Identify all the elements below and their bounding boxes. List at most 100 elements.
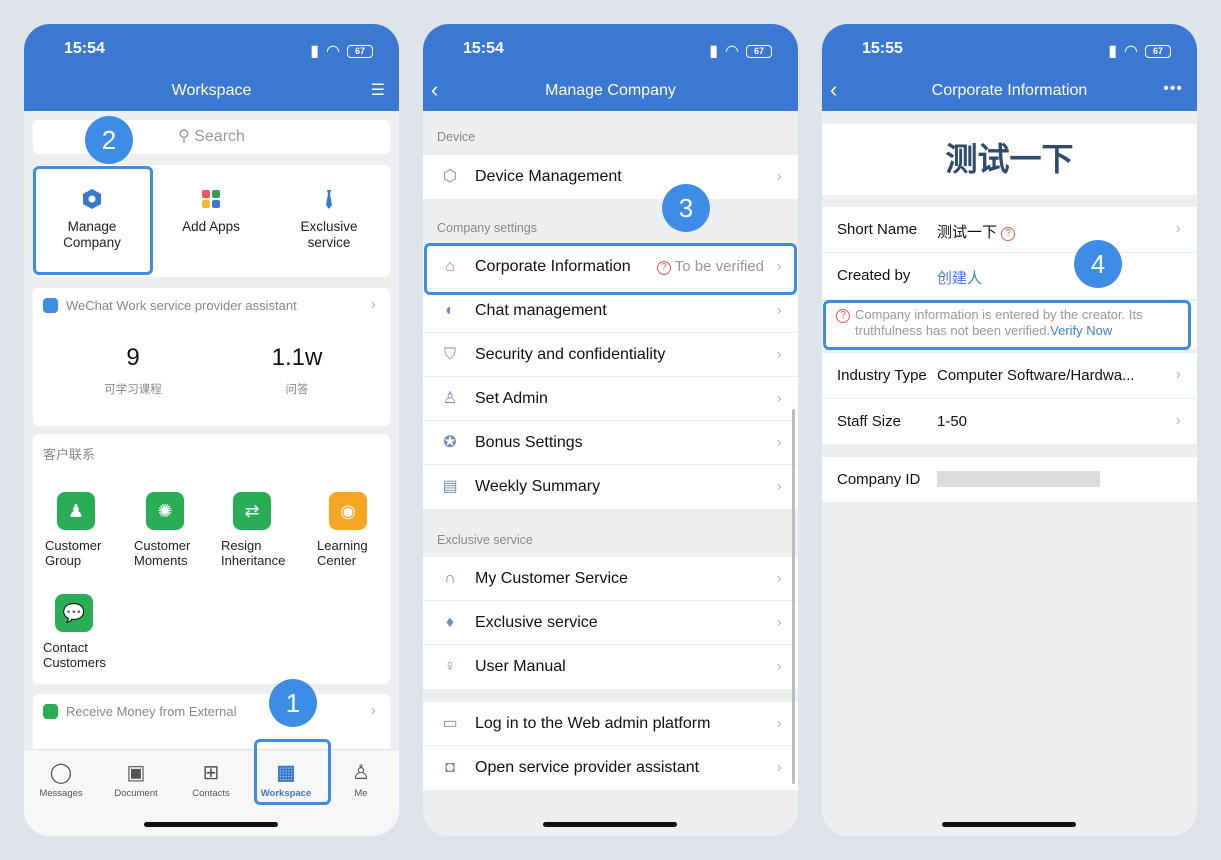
service-provider-assistant-item[interactable]: ◘ Open service provider assistant › xyxy=(423,746,798,790)
highlight-manage-company xyxy=(33,166,153,275)
stat-qa-label: 问答 xyxy=(285,384,309,396)
tab-label: Messages xyxy=(39,788,83,799)
document-icon: ▣ xyxy=(126,762,146,784)
chevron-right-icon: › xyxy=(370,296,376,313)
chat-management-item[interactable]: ◐ Chat management › xyxy=(423,289,798,333)
exclusive-service-button[interactable]: Exclusive service xyxy=(279,179,379,251)
tab-me[interactable]: ♙ Me xyxy=(326,760,396,799)
web-admin-item[interactable]: ▭ Log in to the Web admin platform › xyxy=(423,702,798,746)
signal-icon: ▮ xyxy=(1108,43,1118,60)
tie-icon: ♦ xyxy=(445,614,455,631)
chevron-right-icon: › xyxy=(1175,220,1181,237)
page-title: Workspace xyxy=(171,82,252,99)
tab-messages[interactable]: ◯ Messages xyxy=(26,760,96,799)
report-icon: ▤ xyxy=(442,478,458,495)
home-indicator xyxy=(543,822,677,827)
exclusive-service-item[interactable]: ♦ Exclusive service › xyxy=(423,601,798,645)
staff-size-row[interactable]: Staff Size 1-50 › xyxy=(822,399,1197,445)
chat-bubble-icon: 💬 xyxy=(55,594,93,632)
status-icons: ▮ ◠ 67 xyxy=(1108,41,1171,61)
industry-type-label: Industry Type xyxy=(837,367,927,384)
chevron-right-icon: › xyxy=(776,658,782,675)
signal-icon: ▮ xyxy=(310,43,320,60)
phone-corporate-information: 15:55 ▮ ◠ 67 ‹ Corporate Information •••… xyxy=(822,24,1197,836)
receive-money-card[interactable]: Receive Money from External › xyxy=(33,694,390,754)
wifi-icon: ◠ xyxy=(725,43,739,60)
wechat-assistant-title: WeChat Work service provider assistant xyxy=(66,298,297,313)
company-name-title: 测试一下 xyxy=(822,124,1197,195)
item-label: User Manual xyxy=(475,658,566,675)
created-by-row: Created by 创建人 xyxy=(822,253,1197,299)
planet-icon: ◉ xyxy=(329,492,367,530)
set-admin-item[interactable]: ♙ Set Admin › xyxy=(423,377,798,421)
home-indicator xyxy=(942,822,1076,827)
step-badge-1: 1 xyxy=(269,679,317,727)
medal-icon: ✪ xyxy=(443,434,457,451)
tab-contacts[interactable]: ⊞ Contacts xyxy=(176,760,246,799)
page-title: Manage Company xyxy=(545,82,676,99)
add-apps-label: Add Apps xyxy=(182,219,240,234)
device-management-item[interactable]: ⬡ Device Management › xyxy=(423,155,798,199)
app-label: Learning Center xyxy=(317,538,368,568)
created-by-value[interactable]: 创建人 xyxy=(937,267,982,288)
highlight-corporate-information xyxy=(424,243,797,295)
wifi-icon: ◠ xyxy=(1124,43,1138,60)
app-contact-customers[interactable]: 💬 Contact Customers xyxy=(43,594,123,670)
shutter-icon: ✺ xyxy=(146,492,184,530)
chevron-right-icon: › xyxy=(776,168,782,185)
weekly-summary-item[interactable]: ▤ Weekly Summary › xyxy=(423,465,798,509)
customer-contact-card: 客户联系 ♟ Customer Group ✺ Customer Moments… xyxy=(33,434,390,684)
short-name-row[interactable]: Short Name 测试一下 ? › xyxy=(822,207,1197,253)
step-badge-3: 3 xyxy=(662,184,710,232)
app-customer-group[interactable]: ♟ Customer Group xyxy=(45,492,125,568)
signal-icon: ▮ xyxy=(709,43,719,60)
short-name-value-wrap: 测试一下 ? xyxy=(937,221,1016,242)
stat-courses-value: 9 xyxy=(126,344,140,371)
apps-grid-icon xyxy=(202,190,220,208)
app-label: Customer Group xyxy=(45,538,102,568)
user-manual-item[interactable]: ♀ User Manual › xyxy=(423,645,798,689)
more-dots-icon[interactable]: ••• xyxy=(1163,80,1183,98)
person-icon: ♙ xyxy=(352,762,370,784)
status-time: 15:55 xyxy=(862,40,903,57)
item-label: Security and confidentiality xyxy=(475,345,666,363)
battery-icon: 67 xyxy=(1145,44,1171,58)
item-label: Log in to the Web admin platform xyxy=(475,714,711,732)
bonus-settings-item[interactable]: ✪ Bonus Settings › xyxy=(423,421,798,465)
wifi-icon: ◠ xyxy=(326,43,340,60)
tab-label: Document xyxy=(114,788,158,799)
short-name-value: 测试一下 xyxy=(937,224,998,241)
customer-group-icon: ♟ xyxy=(57,492,95,530)
status-time: 15:54 xyxy=(463,40,504,57)
app-customer-moments[interactable]: ✺ Customer Moments xyxy=(134,492,214,568)
item-label: Set Admin xyxy=(475,389,548,407)
header-bar: 15:54 ▮ ◠ 67 Workspace ☰ xyxy=(24,24,399,111)
industry-type-value: Computer Software/Hardwa... xyxy=(937,367,1135,384)
message-bubble-icon: ◯ xyxy=(49,762,73,784)
settings-list-icon[interactable]: ☰ xyxy=(371,80,385,100)
my-customer-service-item[interactable]: ∩ My Customer Service › xyxy=(423,557,798,601)
scrollbar[interactable] xyxy=(792,409,795,784)
header-bar: 15:54 ▮ ◠ 67 ‹ Manage Company xyxy=(423,24,798,111)
tab-label: Contacts xyxy=(192,788,230,799)
highlight-workspace-tab xyxy=(254,739,331,805)
step-badge-2: 2 xyxy=(85,116,133,164)
security-item[interactable]: ⛉ Security and confidentiality › xyxy=(423,333,798,377)
item-label: Chat management xyxy=(475,301,607,319)
stat-courses-label: 可学习课程 xyxy=(104,384,162,396)
redacted-block xyxy=(937,471,1100,487)
receive-money-title: Receive Money from External xyxy=(66,704,237,719)
app-learning-center[interactable]: ◉ Learning Center xyxy=(317,492,397,568)
industry-type-row[interactable]: Industry Type Computer Software/Hardwa..… xyxy=(822,353,1197,399)
add-apps-button[interactable]: Add Apps xyxy=(161,179,261,235)
app-resign-inheritance[interactable]: ⇄ Resign Inheritance xyxy=(221,492,301,568)
chevron-right-icon: › xyxy=(776,478,782,495)
chevron-right-icon: › xyxy=(776,715,782,732)
tab-document[interactable]: ▣ Document xyxy=(101,760,171,799)
header-bar: 15:55 ▮ ◠ 67 ‹ Corporate Information ••• xyxy=(822,24,1197,111)
search-icon: ⚲ xyxy=(178,128,190,145)
chevron-right-icon: › xyxy=(370,702,376,719)
item-label: My Customer Service xyxy=(475,569,628,587)
status-icons: ▮ ◠ 67 xyxy=(310,41,373,61)
wechat-assistant-card[interactable]: WeChat Work service provider assistant ›… xyxy=(33,288,390,426)
